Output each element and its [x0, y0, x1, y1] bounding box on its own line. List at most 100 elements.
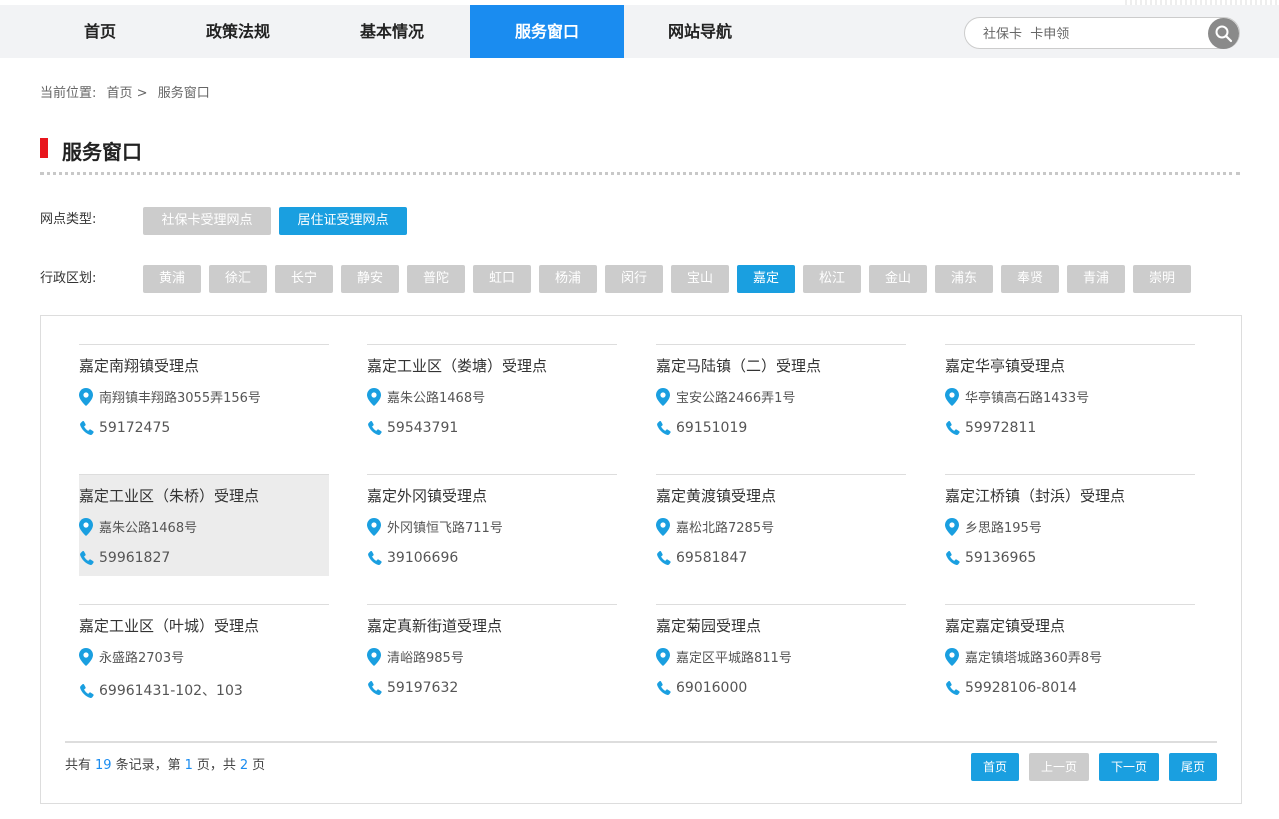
phone-text: 59172475 [99, 420, 171, 436]
pager-end-text: 页 [252, 758, 266, 773]
service-point-address: 乡思路195号 [945, 517, 1042, 536]
district-tag[interactable]: 嘉定 [737, 265, 795, 293]
service-point-phone: 59197632 [367, 680, 458, 698]
district-tag[interactable]: 奉贤 [1001, 265, 1059, 293]
nav-basic-info[interactable]: 基本情况 [317, 5, 467, 58]
district-tag[interactable]: 浦东 [935, 265, 993, 293]
service-point-name[interactable]: 嘉定工业区（朱桥）受理点 [79, 485, 259, 506]
service-point-address: 嘉定镇塔城路360弄8号 [945, 647, 1102, 666]
service-point-name[interactable]: 嘉定黄渡镇受理点 [656, 485, 776, 506]
service-point-name[interactable]: 嘉定工业区（娄塘）受理点 [367, 355, 547, 376]
service-point-name[interactable]: 嘉定工业区（叶城）受理点 [79, 615, 259, 636]
district-filter-label: 行政区划: [40, 271, 97, 286]
pager-prev-button[interactable]: 上一页 [1029, 753, 1089, 781]
service-point-phone: 59543791 [367, 420, 458, 438]
pager-divider [65, 741, 1217, 743]
service-point-phone: 59928106-8014 [945, 680, 1077, 698]
type-tag-residence-permit[interactable]: 居住证受理网点 [279, 207, 407, 235]
phone-icon [367, 550, 383, 568]
service-point-card[interactable]: 嘉定南翔镇受理点南翔镇丰翔路3055弄156号 59172475 [79, 344, 329, 446]
address-text: 南翔镇丰翔路3055弄156号 [99, 391, 261, 406]
service-point-card[interactable]: 嘉定外冈镇受理点 外冈镇恒飞路711号 39106696 [367, 474, 617, 576]
location-pin-icon [945, 648, 961, 666]
service-point-card[interactable]: 嘉定江桥镇（封浜）受理点 乡思路195号 59136965 [945, 474, 1195, 576]
district-tag[interactable]: 杨浦 [539, 265, 597, 293]
type-tag-social-card[interactable]: 社保卡受理网点 [143, 207, 271, 235]
service-point-card[interactable]: 嘉定工业区（娄塘）受理点 嘉朱公路1468号 59543791 [367, 344, 617, 446]
district-tag[interactable]: 普陀 [407, 265, 465, 293]
district-tag[interactable]: 崇明 [1133, 265, 1191, 293]
address-text: 华亭镇高石路1433号 [965, 391, 1090, 406]
phone-icon [79, 550, 95, 568]
phone-icon [367, 680, 383, 698]
phone-icon [656, 550, 672, 568]
location-pin-icon [79, 388, 95, 406]
service-point-name[interactable]: 嘉定外冈镇受理点 [367, 485, 487, 506]
phone-text: 69581847 [676, 550, 748, 566]
address-text: 嘉朱公路1468号 [99, 521, 198, 536]
address-text: 永盛路2703号 [99, 651, 185, 666]
address-text: 宝安公路2466弄1号 [676, 391, 796, 406]
service-point-name[interactable]: 嘉定南翔镇受理点 [79, 355, 199, 376]
district-tag[interactable]: 闵行 [605, 265, 663, 293]
search-button[interactable] [1208, 18, 1239, 49]
district-tag[interactable]: 黄浦 [143, 265, 201, 293]
nav-home[interactable]: 首页 [40, 5, 160, 58]
address-text: 清峪路985号 [387, 651, 464, 666]
district-tag[interactable]: 徐汇 [209, 265, 267, 293]
service-point-phone: 69151019 [656, 420, 747, 438]
service-point-address: 永盛路2703号 [79, 647, 184, 666]
service-point-card[interactable]: 嘉定工业区（叶城）受理点永盛路2703号 69961431-102、103 [79, 604, 329, 706]
phone-icon [945, 550, 961, 568]
service-point-name[interactable]: 嘉定江桥镇（封浜）受理点 [945, 485, 1125, 506]
type-filter-label: 网点类型: [40, 212, 97, 227]
breadcrumb-home-link[interactable]: 首页 > [107, 86, 148, 101]
service-point-phone: 69961431-102、103 [79, 680, 243, 701]
service-point-address: 嘉朱公路1468号 [79, 517, 197, 536]
service-point-name[interactable]: 嘉定嘉定镇受理点 [945, 615, 1065, 636]
phone-text: 59543791 [387, 420, 459, 436]
service-point-name[interactable]: 嘉定真新街道受理点 [367, 615, 502, 636]
service-point-card[interactable]: 嘉定真新街道受理点清峪路985号 59197632 [367, 604, 617, 706]
service-point-phone: 59961827 [79, 550, 170, 568]
service-point-name[interactable]: 嘉定马陆镇（二）受理点 [656, 355, 821, 376]
service-point-phone: 59972811 [945, 420, 1036, 438]
district-tag[interactable]: 长宁 [275, 265, 333, 293]
district-tag[interactable]: 静安 [341, 265, 399, 293]
service-point-phone: 59172475 [79, 420, 170, 438]
pager-first-button[interactable]: 首页 [971, 753, 1019, 781]
phone-text: 59197632 [387, 680, 459, 696]
district-tag[interactable]: 宝山 [671, 265, 729, 293]
district-tag[interactable]: 金山 [869, 265, 927, 293]
top-nav: 首页 政策法规 基本情况 服务窗口 网站导航 [0, 5, 1279, 58]
service-point-address: 华亭镇高石路1433号 [945, 387, 1089, 406]
service-point-card[interactable]: 嘉定黄渡镇受理点 嘉松北路7285号 69581847 [656, 474, 906, 576]
service-point-card[interactable]: 嘉定嘉定镇受理点嘉定镇塔城路360弄8号 59928106-8014 [945, 604, 1195, 706]
district-tag[interactable]: 松江 [803, 265, 861, 293]
nav-site-guide[interactable]: 网站导航 [628, 5, 772, 58]
nav-policy[interactable]: 政策法规 [163, 5, 313, 58]
service-point-name[interactable]: 嘉定华亭镇受理点 [945, 355, 1065, 376]
service-point-name[interactable]: 嘉定菊园受理点 [656, 615, 761, 636]
service-point-card[interactable]: 嘉定工业区（朱桥）受理点嘉朱公路1468号 59961827 [79, 474, 329, 576]
breadcrumb-prefix: 当前位置: [40, 86, 97, 101]
pager-next-button[interactable]: 下一页 [1099, 753, 1159, 781]
breadcrumb-current: 服务窗口 [157, 86, 210, 101]
service-point-card[interactable]: 嘉定马陆镇（二）受理点宝安公路2466弄1号 69151019 [656, 344, 906, 446]
service-point-card[interactable]: 嘉定华亭镇受理点华亭镇高石路1433号 59972811 [945, 344, 1195, 446]
service-point-card[interactable]: 嘉定菊园受理点 嘉定区平城路811号 69016000 [656, 604, 906, 706]
service-point-phone: 59136965 [945, 550, 1036, 568]
phone-text: 69151019 [676, 420, 748, 436]
location-pin-icon [367, 648, 383, 666]
district-tag[interactable]: 虹口 [473, 265, 531, 293]
pager-records-text: 条记录，第 [115, 758, 181, 773]
phone-text: 69961431-102、103 [99, 683, 243, 699]
nav-service-window[interactable]: 服务窗口 [470, 5, 624, 58]
pager-mid-text: 页，共 [196, 758, 236, 773]
address-text: 外冈镇恒飞路711号 [387, 521, 503, 536]
search-box [964, 17, 1240, 49]
pager-last-button[interactable]: 尾页 [1169, 753, 1217, 781]
service-point-address: 清峪路985号 [367, 647, 464, 666]
search-input[interactable] [983, 24, 1203, 44]
district-tag[interactable]: 青浦 [1067, 265, 1125, 293]
